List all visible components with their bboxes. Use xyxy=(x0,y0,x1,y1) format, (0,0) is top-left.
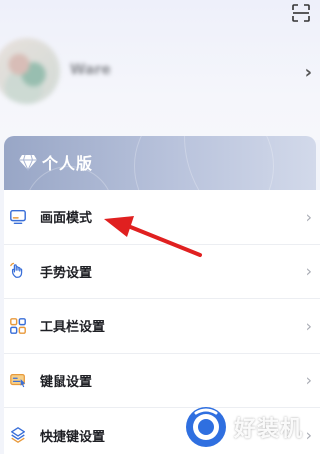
menu-item-keyboard-mouse-settings[interactable]: 键鼠设置 › xyxy=(4,354,320,408)
profile-row[interactable]: Ware › xyxy=(0,38,320,110)
menu-item-label: 快捷键设置 xyxy=(40,429,106,445)
watermark-logo-icon xyxy=(186,407,226,447)
keyboard-mouse-icon xyxy=(8,370,28,390)
shortcut-layers-icon xyxy=(8,425,28,445)
toolbar-grid-icon xyxy=(8,316,28,336)
diamond-icon xyxy=(19,154,37,171)
gesture-icon xyxy=(8,261,28,281)
menu-item-label: 画面模式 xyxy=(40,211,93,227)
chevron-right-icon: › xyxy=(305,370,312,390)
menu-item-toolbar-settings[interactable]: 工具栏设置 › xyxy=(4,299,320,354)
menu-item-label: 工具栏设置 xyxy=(40,320,106,336)
menu-item-picture-mode[interactable]: 画面模式 › xyxy=(4,190,320,245)
watermark-text: 好装机 xyxy=(234,417,304,442)
version-text: 个人版 xyxy=(42,154,94,173)
menu-item-label: 键鼠设置 xyxy=(40,374,93,390)
chevron-right-icon: › xyxy=(305,261,312,281)
menu-item-gesture-settings[interactable]: 手势设置 › xyxy=(4,245,320,299)
chevron-right-icon: › xyxy=(304,62,312,83)
chevron-right-icon: › xyxy=(305,316,312,336)
banner-decoration xyxy=(184,136,316,190)
watermark: 好装机 xyxy=(182,404,320,450)
avatar[interactable] xyxy=(0,38,60,104)
version-label: 个人版 xyxy=(18,150,93,174)
scan-icon xyxy=(292,4,310,22)
version-banner[interactable]: 个人版 xyxy=(4,136,316,190)
username: Ware xyxy=(70,62,111,78)
scan-button[interactable] xyxy=(290,2,312,24)
menu-item-label: 手势设置 xyxy=(40,265,93,281)
monitor-icon xyxy=(8,207,28,227)
chevron-right-icon: › xyxy=(305,207,312,227)
